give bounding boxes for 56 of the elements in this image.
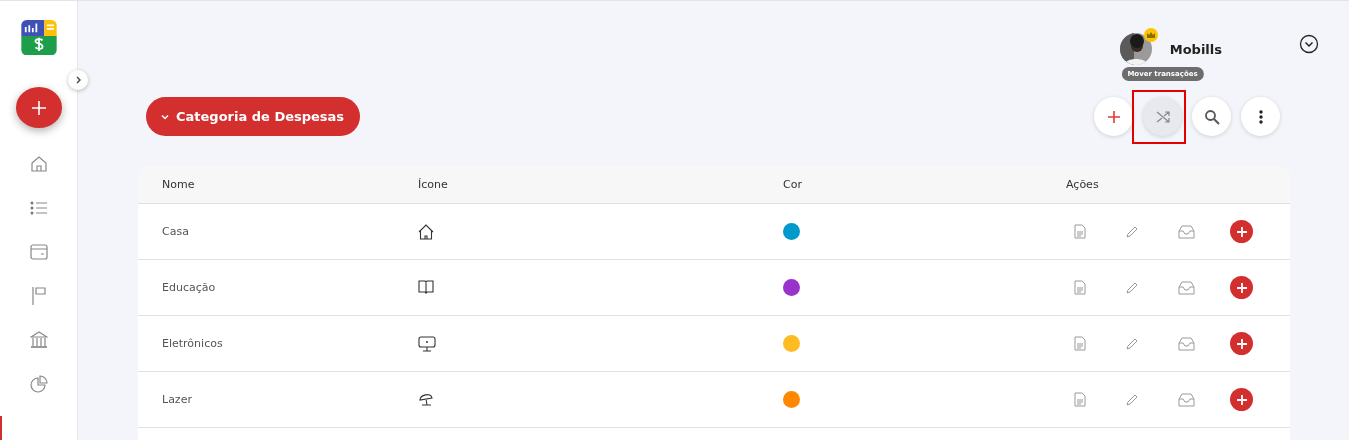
highlight-frame: [1132, 90, 1186, 144]
house-icon: [418, 223, 434, 240]
add-button[interactable]: [15, 87, 62, 128]
plus-icon: [1236, 282, 1247, 293]
book-icon: [418, 280, 434, 295]
pie-chart-icon: [29, 375, 48, 393]
column-header: Ações: [1066, 178, 1100, 191]
shuffle-icon: [1154, 108, 1171, 125]
user-menu-button[interactable]: [1299, 34, 1319, 54]
wallet-icon: [29, 244, 48, 260]
inbox-icon: [1178, 224, 1195, 239]
column-header: Nome: [162, 178, 196, 191]
category-name: Eletrônicos: [162, 337, 224, 350]
inbox-icon: [1178, 392, 1195, 407]
flag-icon: [30, 286, 47, 306]
column-header: Ícone: [418, 178, 449, 191]
pencil-icon: [1126, 281, 1138, 294]
add-subcategory-button[interactable]: [1230, 388, 1253, 411]
search-icon: [1203, 108, 1220, 125]
column-header: Cor: [783, 178, 803, 191]
document-icon: [1074, 280, 1086, 295]
search-button[interactable]: [1192, 97, 1231, 136]
document-icon: [1074, 224, 1086, 239]
list-icon: [29, 201, 48, 215]
add-subcategory-button[interactable]: [1230, 220, 1253, 243]
plus-icon: [1236, 226, 1247, 237]
plus-icon: [1106, 109, 1121, 124]
plus-icon: [1236, 338, 1247, 349]
pencil-icon: [1126, 393, 1138, 406]
document-icon: [1074, 336, 1086, 351]
category-name: Educação: [162, 281, 217, 294]
chevron-down-icon: [1299, 34, 1319, 54]
inbox-icon: [1178, 336, 1195, 351]
pencil-icon: [1126, 225, 1138, 238]
user-name: Mobills: [1169, 41, 1222, 57]
chevron-right-icon: [74, 76, 82, 84]
expand-sidebar-button[interactable]: [68, 70, 88, 90]
more-icon: [1258, 109, 1263, 124]
add-button[interactable]: [1094, 97, 1133, 136]
inbox-icon: [1178, 280, 1195, 295]
shuffle-button[interactable]: [1143, 97, 1182, 136]
category-type-dropdown[interactable]: Categoria de Despesas: [146, 97, 361, 136]
category-name: Lazer: [162, 393, 193, 406]
umbrella-icon: [418, 392, 434, 407]
pencil-icon: [1126, 337, 1138, 350]
home-icon: [29, 155, 48, 173]
document-icon: [1074, 392, 1086, 407]
monitor-icon: [418, 335, 436, 352]
more-button[interactable]: [1241, 97, 1280, 136]
add-subcategory-button[interactable]: [1230, 276, 1253, 299]
plus-icon: [1236, 394, 1247, 405]
category-name: Casa: [162, 225, 190, 238]
bank-icon: [29, 331, 48, 349]
plus-icon: [31, 100, 46, 115]
add-subcategory-button[interactable]: [1230, 332, 1253, 355]
app-logo: [18, 20, 59, 56]
